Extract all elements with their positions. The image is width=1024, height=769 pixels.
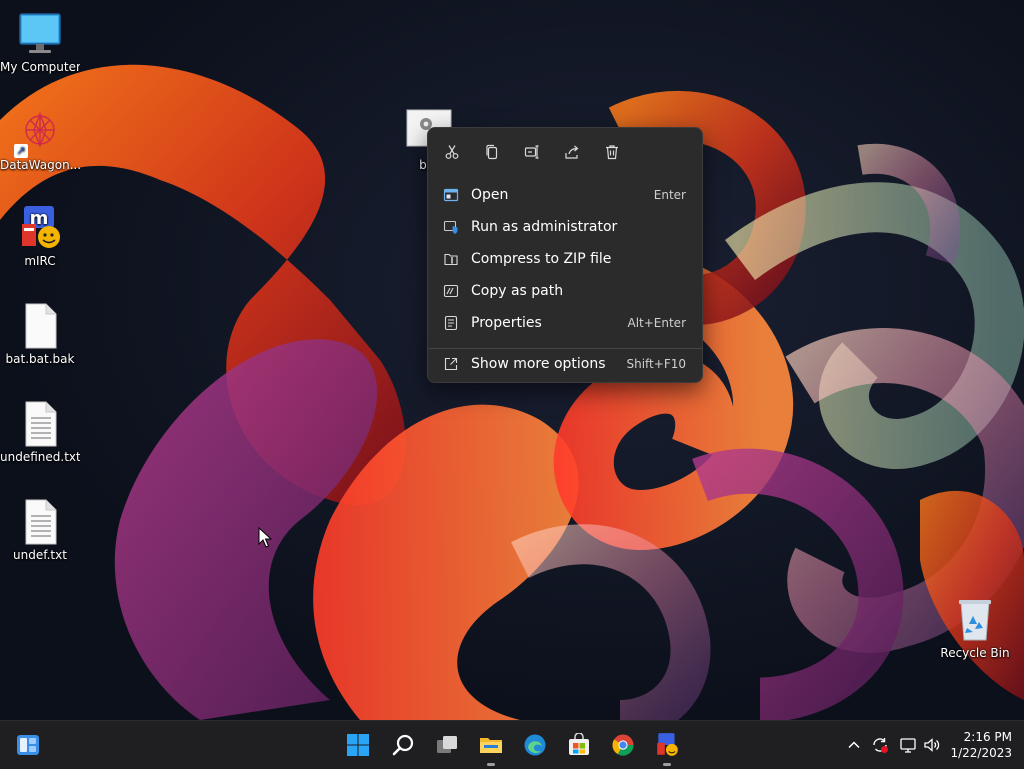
- desktop-icon-label: undef.txt: [13, 548, 67, 562]
- desktop-icon-label: My Computer: [0, 60, 80, 74]
- sync-status-button[interactable]: [866, 729, 894, 761]
- desktop-icon-undefined-txt[interactable]: undefined.txt: [0, 400, 80, 464]
- start-icon: [347, 734, 369, 756]
- shortcut-arrow-icon: ↗: [14, 144, 28, 158]
- menu-item-shortcut: Alt+Enter: [627, 316, 686, 330]
- datawagon-icon: ↗: [14, 108, 64, 158]
- menu-item-label: Properties: [471, 315, 542, 331]
- menu-item-label: Show more options: [471, 356, 606, 372]
- clock-time: 2:16 PM: [963, 730, 1012, 744]
- menu-item-run-as-administrator[interactable]: Run as administrator: [432, 212, 698, 242]
- copy-icon: [486, 144, 498, 160]
- menu-item-label: Open: [471, 187, 509, 203]
- rename-icon: [524, 145, 539, 159]
- desktop-icon-label: DataWagon...: [0, 158, 80, 172]
- taskbar-clock[interactable]: 2:16 PM 1/22/2023: [950, 729, 1012, 761]
- clock-date: 1/22/2023: [950, 746, 1012, 760]
- recycle-bin-icon: [951, 596, 999, 644]
- chrome-icon: [612, 734, 634, 756]
- desktop-icon-datawagon[interactable]: ↗ DataWagon...: [0, 108, 80, 172]
- share-button[interactable]: [558, 138, 586, 166]
- network-icon: [900, 738, 916, 753]
- share-icon: [565, 145, 579, 159]
- context-menu: Open Enter Run as administrator Compress…: [427, 127, 703, 383]
- menu-item-label: Run as administrator: [471, 219, 618, 235]
- search-icon: [392, 734, 414, 756]
- mirc-taskbar-button[interactable]: [651, 729, 683, 766]
- trash-icon: [606, 145, 618, 160]
- mirc-icon: m: [16, 204, 64, 252]
- menu-item-shortcut: Enter: [653, 188, 686, 202]
- zip-icon: [443, 251, 459, 267]
- scissors-icon: [445, 145, 459, 159]
- desktop-icon-bat-bak[interactable]: bat.bat.bak: [0, 302, 80, 366]
- desktop-icon-label: undefined.txt: [0, 450, 80, 464]
- show-hidden-icons-button[interactable]: [840, 729, 868, 761]
- more-options-icon: [443, 356, 459, 372]
- sync-icon: [873, 738, 888, 753]
- delete-button[interactable]: [598, 138, 626, 166]
- monitor-icon: [16, 10, 64, 58]
- properties-icon: [443, 315, 459, 331]
- volume-icon: [924, 738, 940, 752]
- menu-item-shortcut: Shift+F10: [626, 357, 686, 371]
- desktop-icon-undef-txt[interactable]: undef.txt: [0, 498, 80, 562]
- text-file-icon: [16, 498, 64, 546]
- mouse-cursor-icon: [258, 527, 272, 548]
- running-indicator: [487, 763, 495, 766]
- taskbar: 2:16 PM 1/22/2023: [0, 720, 1024, 769]
- widgets-icon: [17, 735, 39, 755]
- file-explorer-icon: [480, 738, 502, 753]
- widgets-button[interactable]: [12, 729, 44, 761]
- edge-icon: [524, 734, 546, 756]
- menu-item-compress-zip[interactable]: Compress to ZIP file: [432, 244, 698, 274]
- search-button[interactable]: [387, 729, 419, 761]
- mirc-icon: [657, 733, 678, 756]
- task-view-button[interactable]: [431, 729, 463, 761]
- desktop-icon-recycle-bin[interactable]: Recycle Bin: [935, 596, 1015, 660]
- rename-button[interactable]: [518, 138, 546, 166]
- running-indicator: [663, 763, 671, 766]
- shield-icon: [443, 219, 459, 235]
- volume-button[interactable]: [918, 729, 946, 761]
- blank-file-icon: [16, 302, 64, 350]
- chevron-up-icon: [848, 741, 860, 749]
- task-view-icon: [437, 736, 457, 753]
- desktop-icon-mirc[interactable]: m mIRC: [0, 204, 80, 268]
- menu-item-copy-as-path[interactable]: Copy as path: [432, 276, 698, 306]
- desktop-icon-my-computer[interactable]: My Computer: [0, 10, 80, 74]
- desktop-icon-label: mIRC: [24, 254, 56, 268]
- menu-item-label: Copy as path: [471, 283, 564, 299]
- desktop-icon-label: bat.bat.bak: [5, 352, 75, 366]
- menu-item-label: Compress to ZIP file: [471, 251, 612, 267]
- start-button[interactable]: [342, 729, 374, 761]
- desktop-icon-label: Recycle Bin: [940, 646, 1010, 660]
- file-explorer-button[interactable]: [475, 729, 507, 766]
- menu-item-open[interactable]: Open Enter: [432, 180, 698, 210]
- menu-item-show-more-options[interactable]: Show more options Shift+F10: [432, 349, 698, 379]
- cut-button[interactable]: [438, 138, 466, 166]
- copy-button[interactable]: [478, 138, 506, 166]
- open-window-icon: [443, 187, 459, 203]
- text-file-icon: [16, 400, 64, 448]
- edge-button[interactable]: [519, 729, 551, 761]
- path-icon: [443, 283, 459, 299]
- store-icon: [569, 733, 589, 755]
- chrome-button[interactable]: [607, 729, 639, 761]
- store-button[interactable]: [563, 729, 595, 761]
- context-menu-toolbar: [428, 138, 702, 166]
- menu-item-properties[interactable]: Properties Alt+Enter: [432, 308, 698, 338]
